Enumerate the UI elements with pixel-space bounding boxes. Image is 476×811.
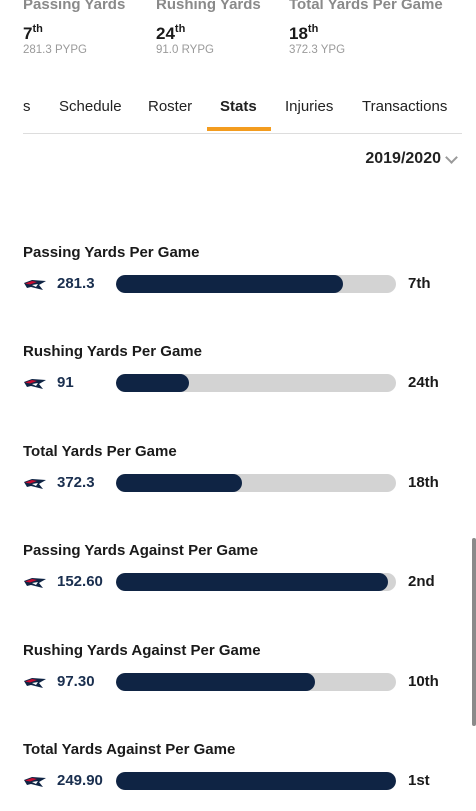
stat-bar-fill	[116, 275, 343, 293]
patriots-logo-icon	[23, 576, 47, 588]
season-selector[interactable]: 2019/2020	[365, 150, 458, 168]
patriots-logo-icon	[23, 377, 47, 389]
stat-row: 152.60 2nd	[23, 572, 453, 592]
stat-title: Total Yards Per Game	[23, 443, 177, 460]
tab-roster[interactable]: Roster	[148, 98, 192, 115]
stat-rank: 18th	[408, 474, 439, 491]
summary-rank: 18th	[289, 19, 422, 44]
summary-passing-yards: Passing Yards 7th 281.3 PYPG	[23, 0, 156, 56]
stat-block: Total Yards Against Per Game 249.90 1st	[23, 741, 453, 811]
stat-bar-fill	[116, 772, 396, 790]
summary-rank-suffix: th	[307, 23, 319, 35]
summary-label: Passing Yards	[23, 0, 126, 13]
tab-stats[interactable]: Stats	[220, 98, 257, 115]
stat-value: 281.3	[57, 275, 95, 292]
summary-rank-suffix: th	[174, 23, 186, 35]
summary-subvalue: 91.0 RYPG	[156, 44, 214, 56]
stat-title: Rushing Yards Against Per Game	[23, 642, 261, 659]
stat-block: Passing Yards Per Game 281.3 7th	[23, 244, 453, 314]
team-tabs: s Schedule Roster Stats Injuries Transac…	[0, 88, 476, 134]
stat-bar-fill	[116, 374, 189, 392]
stat-row: 372.3 18th	[23, 473, 453, 493]
active-tab-indicator	[207, 127, 271, 131]
stat-bar-track	[116, 673, 396, 691]
summary-rushing-yards: Rushing Yards 24th 91.0 RYPG	[156, 0, 289, 56]
stat-title: Passing Yards Against Per Game	[23, 542, 259, 559]
stat-bar-track	[116, 573, 396, 591]
stat-row: 281.3 7th	[23, 274, 453, 294]
summary-total-yards: Total Yards Per Game 18th 372.3 YPG	[289, 0, 443, 56]
tab-injuries[interactable]: Injuries	[285, 98, 333, 115]
stat-block: Total Yards Per Game 372.3 18th	[23, 443, 453, 513]
patriots-logo-icon	[23, 775, 47, 787]
summary-rank-suffix: th	[32, 23, 43, 35]
stat-row: 97.30 10th	[23, 672, 453, 692]
stat-block: Rushing Yards Against Per Game 97.30 10th	[23, 642, 453, 712]
stat-block: Passing Yards Against Per Game 152.60 2nd	[23, 542, 453, 612]
tab-overview-partial[interactable]: s	[23, 98, 31, 115]
stat-bar-track	[116, 275, 396, 293]
stat-bar-fill	[116, 474, 242, 492]
stat-title: Total Yards Against Per Game	[23, 741, 236, 758]
stat-bar-track	[116, 474, 396, 492]
stat-rank: 2nd	[408, 573, 435, 590]
summary-subvalue: 281.3 PYPG	[23, 44, 87, 56]
chevron-down-icon	[445, 150, 458, 164]
stat-bar-track	[116, 772, 396, 790]
stat-bar-fill	[116, 573, 388, 591]
summary-rank-number: 18	[289, 24, 308, 43]
stat-bar-track	[116, 374, 396, 392]
patriots-logo-icon	[23, 477, 47, 489]
team-summary: Passing Yards 7th 281.3 PYPG Rushing Yar…	[23, 0, 443, 56]
summary-label: Total Yards Per Game	[289, 0, 443, 13]
stat-rank: 7th	[408, 275, 431, 292]
stat-row: 249.90 1st	[23, 771, 453, 791]
stat-block: Rushing Yards Per Game 91 24th	[23, 343, 453, 413]
stat-value: 372.3	[57, 474, 95, 491]
summary-rank-number: 24	[156, 24, 175, 43]
stat-bar-fill	[116, 673, 315, 691]
stat-row: 91 24th	[23, 373, 453, 393]
stat-value: 249.90	[57, 772, 103, 789]
stat-title: Rushing Yards Per Game	[23, 343, 202, 360]
stat-rank: 24th	[408, 374, 439, 391]
scrollbar[interactable]	[472, 538, 476, 726]
summary-rank: 7th	[23, 19, 156, 44]
stat-value: 97.30	[57, 673, 95, 690]
tab-schedule[interactable]: Schedule	[59, 98, 122, 115]
tab-transactions[interactable]: Transactions	[362, 98, 447, 115]
stat-title: Passing Yards Per Game	[23, 244, 200, 261]
season-label: 2019/2020	[365, 150, 441, 167]
patriots-logo-icon	[23, 676, 47, 688]
stat-rank: 1st	[408, 772, 430, 789]
stat-value: 91	[57, 374, 74, 391]
stat-value: 152.60	[57, 573, 103, 590]
summary-subvalue: 372.3 YPG	[289, 44, 346, 56]
stat-rank: 10th	[408, 673, 439, 690]
summary-rank: 24th	[156, 19, 289, 44]
summary-label: Rushing Yards	[156, 0, 261, 13]
patriots-logo-icon	[23, 278, 47, 290]
